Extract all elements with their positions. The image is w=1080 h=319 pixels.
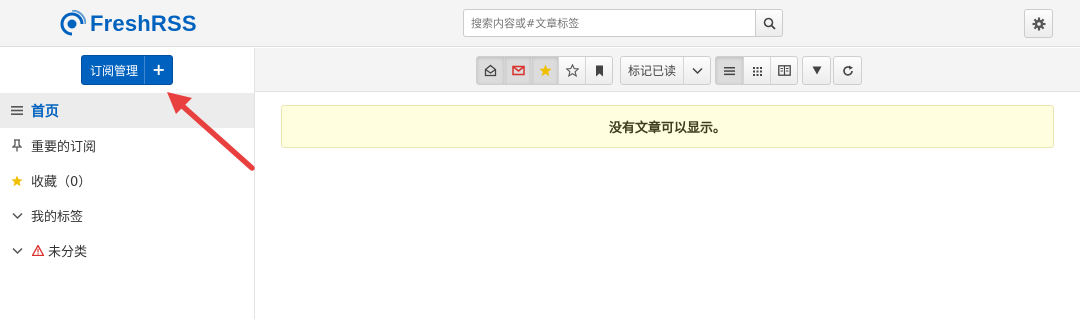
chevron-down-icon[interactable] [10,209,24,223]
sidebar-item-my-labels[interactable]: 我的标签 [0,198,254,233]
chevron-down-icon [691,67,703,74]
search-icon [763,17,776,30]
favorite-filter-button[interactable] [531,57,558,84]
refresh-button[interactable] [834,57,861,84]
gear-icon [1032,17,1045,30]
sidebar-item-uncategorized[interactable]: 未分类 [0,233,254,268]
non-favorite-filter-button[interactable] [558,57,585,84]
mark-read-button[interactable]: 标记已读 [621,57,683,84]
bookmark-icon [595,65,603,76]
subscription-management-button[interactable]: 订阅管理 + [81,55,173,85]
refresh-group [833,56,862,85]
header: FreshRSS [0,0,1080,47]
chevron-down-icon[interactable] [10,244,24,258]
toolbar: 标记已读 [255,48,1080,92]
mark-read-group: 标记已读 [620,56,712,85]
settings-button[interactable] [1024,9,1053,38]
filter-dropdown-button[interactable] [803,57,830,84]
pin-icon [10,139,24,153]
sidebar-item-label: 收藏（0） [31,175,92,190]
subscription-button-label: 订阅管理 [90,63,139,78]
warning-icon [31,244,45,258]
mark-read-dropdown[interactable] [683,57,710,84]
filter-dropdown-group [802,56,831,85]
add-subscription-button[interactable]: + [144,56,172,84]
sidebar-item-label: 我的标签 [31,210,84,225]
star-icon [538,64,552,77]
read-icon [484,64,497,77]
search-input[interactable] [463,9,755,37]
refresh-icon [842,65,853,76]
grid-view-icon [752,66,762,76]
bookmark-button[interactable] [585,57,612,84]
sidebar-item-label: 首页 [31,103,59,120]
app-name: FreshRSS [90,11,197,36]
annotation-arrow-icon [167,92,255,171]
menu-icon [10,104,24,118]
list-view-icon [724,66,735,75]
read-filter-button[interactable] [477,57,504,84]
search-button[interactable] [755,9,783,37]
reader-view-icon [777,65,791,76]
freshrss-logo-icon [60,10,86,36]
empty-notice: 没有文章可以显示。 [281,105,1054,148]
logo[interactable]: FreshRSS [58,9,197,39]
search-box [463,9,783,37]
filter-group [476,56,613,85]
sidebar-item-label: 重要的订阅 [31,140,97,155]
view-mode-group [715,56,798,85]
normal-view-button[interactable] [716,57,743,84]
sidebar-item-label: 未分类 [48,245,88,260]
unread-icon [511,65,525,76]
star-icon [10,174,24,188]
star-outline-icon [565,64,579,77]
reader-view-button[interactable] [770,57,797,84]
unread-filter-button[interactable] [504,57,531,84]
filter-icon [812,66,821,75]
global-view-button[interactable] [743,57,770,84]
